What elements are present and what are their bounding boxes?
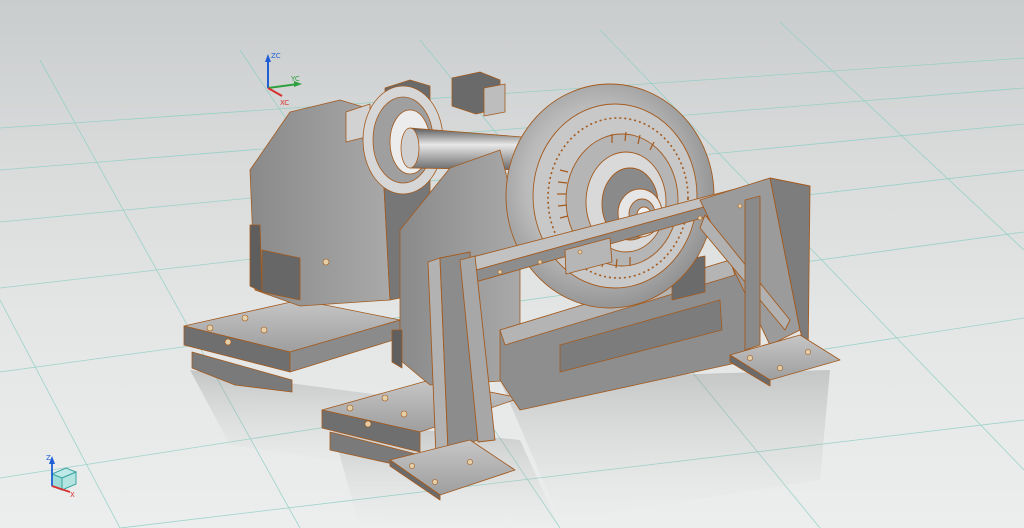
flywheel-disc[interactable]	[505, 83, 715, 309]
yc-axis	[267, 83, 299, 89]
zc-label: ZC	[271, 52, 281, 60]
yc-label: YC	[290, 75, 300, 83]
view-triad[interactable]: Z X	[46, 454, 78, 499]
view-z-label: Z	[46, 454, 51, 462]
scene-canvas[interactable]: ZC YC XC Z X	[0, 0, 1024, 528]
wcs-triad: ZC YC XC	[265, 52, 302, 107]
view-x-label: X	[70, 491, 75, 499]
xc-label: XC	[280, 99, 289, 107]
graphics-viewport[interactable]: ZC YC XC Z X	[0, 0, 1024, 528]
